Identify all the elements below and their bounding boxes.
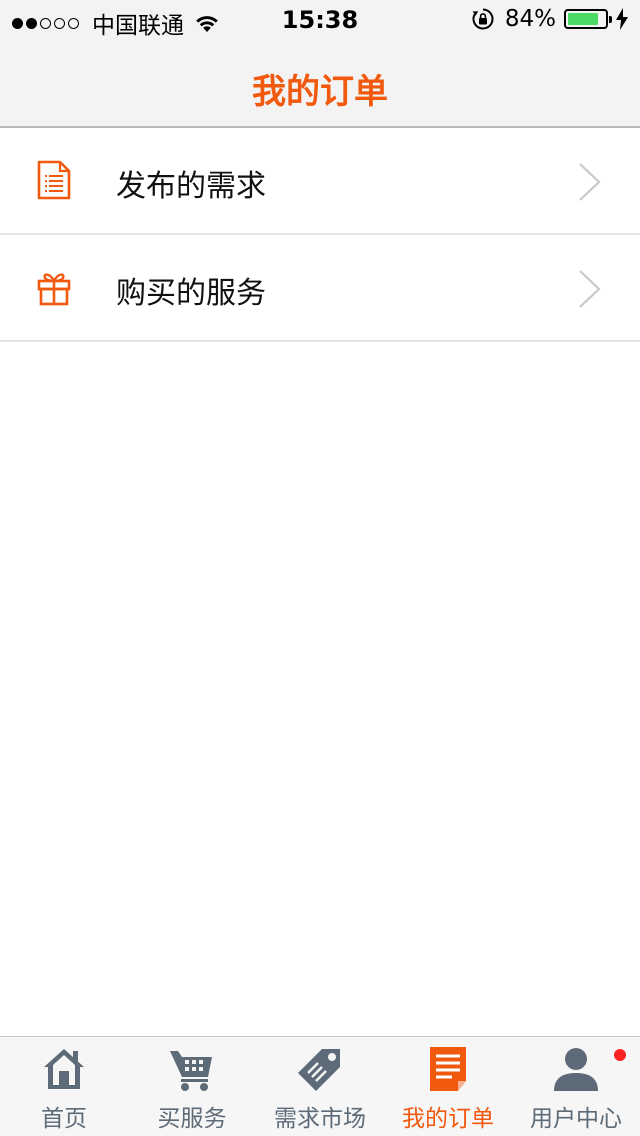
tab-buy-service[interactable]: 买服务: [128, 1037, 256, 1136]
tab-label: 需求市场: [274, 1106, 366, 1132]
home-icon: [44, 1049, 84, 1089]
tab-user-center[interactable]: 用户中心: [512, 1037, 640, 1136]
tab-demand-market[interactable]: 需求市场: [256, 1037, 384, 1136]
list-item-label: 发布的需求: [116, 169, 266, 204]
status-bar: 中国联通 15:38 84%: [0, 0, 640, 40]
user-icon: [554, 1048, 598, 1091]
app-screen: 中国联通 15:38 84% 我的订单 发布的需求 购买的服务 首页 买服务 需…: [0, 0, 640, 1136]
cart-icon: [170, 1051, 212, 1091]
chevron-right-icon: [579, 163, 601, 201]
charging-bolt-icon: [616, 8, 628, 30]
tab-label: 用户中心: [530, 1106, 622, 1132]
document-list-icon: [37, 160, 71, 200]
notification-badge-dot: [614, 1049, 626, 1061]
battery-icon: [564, 9, 612, 29]
tab-label: 买服务: [157, 1106, 227, 1132]
page-title: 我的订单: [252, 72, 388, 112]
order-menu-list: 发布的需求 购买的服务: [0, 128, 640, 342]
status-right: 84%: [471, 6, 628, 32]
tab-my-orders[interactable]: 我的订单: [384, 1037, 512, 1136]
list-item-purchased-services[interactable]: 购买的服务: [0, 235, 640, 342]
navigation-bar: 我的订单: [0, 40, 640, 128]
tab-bar: 首页 买服务 需求市场 我的订单 用户中心: [0, 1036, 640, 1136]
tag-icon: [298, 1049, 340, 1091]
rotation-lock-icon: [472, 8, 494, 30]
order-icon: [430, 1047, 466, 1091]
chevron-right-icon: [579, 270, 601, 308]
tab-home[interactable]: 首页: [0, 1037, 128, 1136]
gift-icon: [37, 273, 71, 306]
tab-label: 首页: [41, 1106, 87, 1132]
tab-label: 我的订单: [402, 1106, 494, 1132]
list-item-label: 购买的服务: [116, 276, 266, 311]
list-item-published-demands[interactable]: 发布的需求: [0, 128, 640, 235]
battery-percent: 84%: [504, 6, 556, 32]
